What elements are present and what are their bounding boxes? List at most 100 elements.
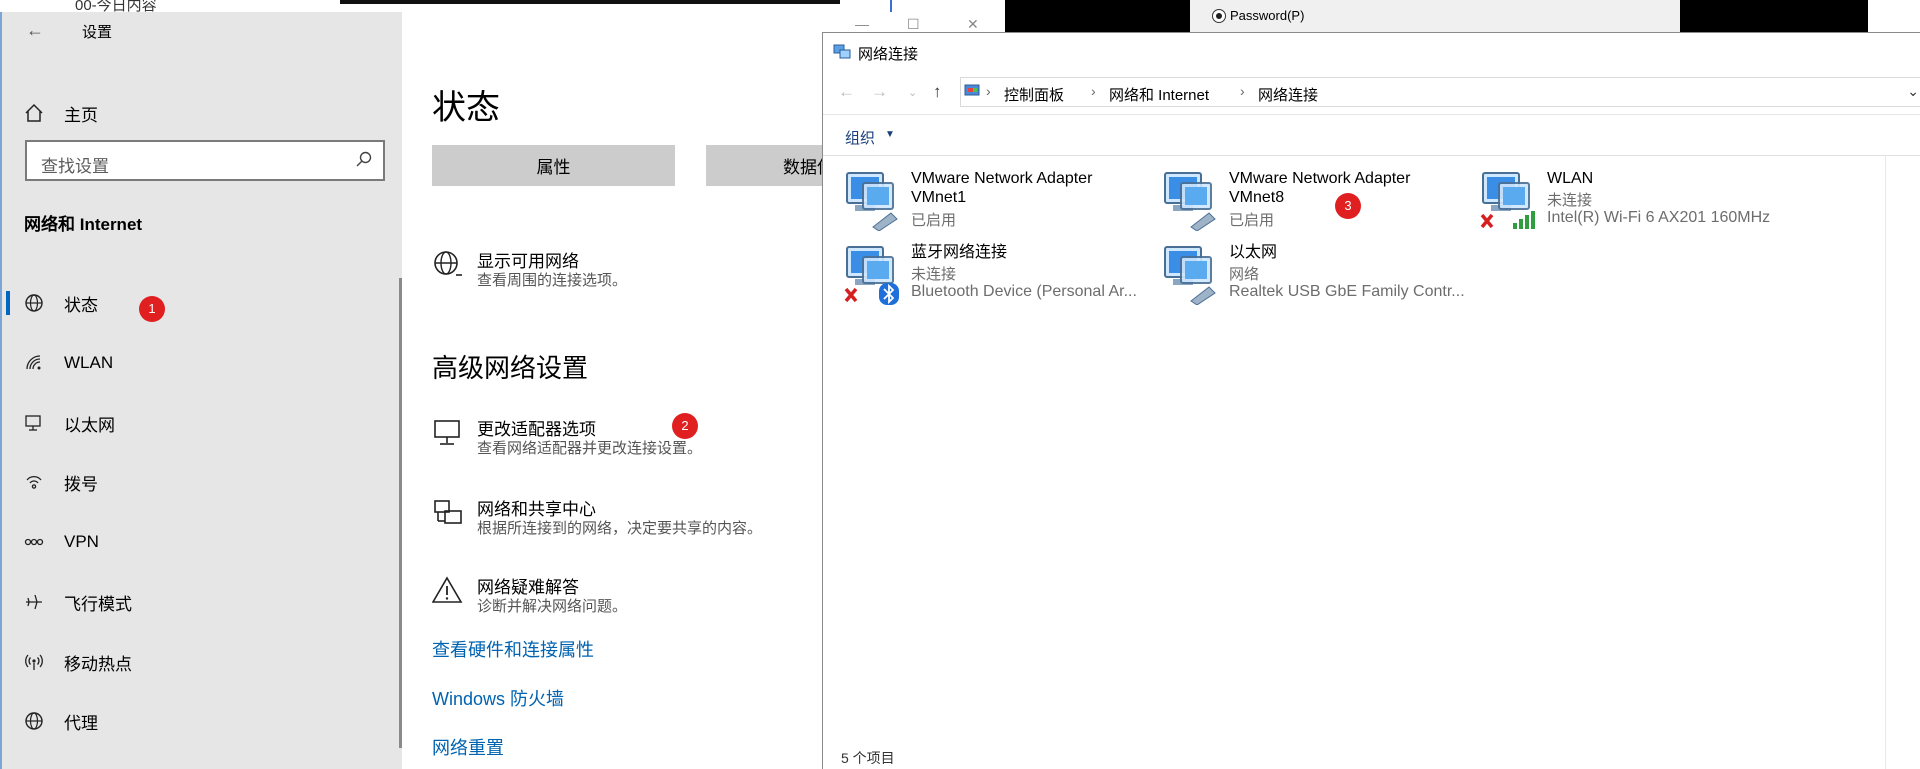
adapter-name: VMware Network Adapter [1229, 170, 1411, 187]
adapter-vmnet8[interactable]: VMware Network Adapter VMnet8 已启用 [1161, 169, 1471, 239]
network-connections-icon [833, 44, 851, 59]
address-dropdown-icon[interactable]: ⌄ [1907, 83, 1919, 100]
content-edge [1885, 156, 1886, 769]
explorer-title-bar: 网络连接 [823, 33, 1920, 69]
back-arrow-icon[interactable]: ← [24, 20, 46, 41]
bluetooth-adapter-icon [844, 246, 899, 305]
wifi-icon [22, 353, 46, 373]
maximize-button[interactable]: ☐ [907, 16, 920, 33]
organize-dropdown-icon[interactable]: ▼ [885, 129, 895, 140]
adapter-options-desc: 查看网络适配器并更改连接设置。 [477, 440, 703, 457]
sidebar-item-wlan[interactable]: WLAN [2, 341, 400, 385]
sidebar-section-title: 网络和 Internet [24, 215, 143, 234]
properties-button[interactable]: 属性 [432, 145, 675, 186]
page-title: 状态 [432, 89, 500, 127]
sidebar-item-label: 飞行模式 [64, 594, 132, 614]
network-adapter-icon [846, 172, 898, 231]
hardware-properties-link[interactable]: 查看硬件和连接属性 [432, 636, 594, 662]
window-title: 网络连接 [858, 46, 919, 63]
control-panel-icon [964, 84, 980, 96]
breadcrumb-network-internet[interactable]: 网络和 Internet [1109, 84, 1209, 105]
sidebar-item-home[interactable]: 主页 [2, 91, 400, 135]
minimize-button[interactable]: — [855, 16, 869, 32]
sidebar-item-label: 移动热点 [64, 654, 132, 674]
show-networks-desc: 查看周围的连接选项。 [477, 272, 628, 289]
adapter-device: Realtek USB GbE Family Contr... [1229, 283, 1465, 300]
sharing-center-icon [434, 500, 462, 524]
breadcrumb-separator-icon: › [1240, 83, 1245, 99]
adapter-wlan[interactable]: WLAN 未连接 Intel(R) Wi-Fi 6 AX201 160MHz [1479, 169, 1789, 239]
sidebar-item-ethernet[interactable]: 以太网 [2, 401, 400, 445]
sidebar-item-label: 拨号 [64, 474, 98, 494]
sidebar-item-dialup[interactable]: 拨号 [2, 460, 400, 504]
hotspot-icon [22, 652, 46, 672]
address-bar[interactable]: › 控制面板 › 网络和 Internet › 网络连接 ⌄ [960, 77, 1920, 107]
address-bar-row: ← → ⌄ ↑ › 控制面板 › 网络和 Internet › 网络连接 ⌄ [823, 69, 1920, 115]
background-window-bar [340, 0, 840, 4]
ethernet-adapter-icon [1164, 246, 1216, 305]
sidebar-item-airplane[interactable]: 飞行模式 [2, 580, 400, 624]
breadcrumb-control-panel[interactable]: 控制面板 [1004, 84, 1064, 105]
adapter-device: Intel(R) Wi-Fi 6 AX201 160MHz [1547, 209, 1771, 226]
firewall-link[interactable]: Windows 防火墙 [432, 685, 564, 711]
settings-title-bar: ← 设置 [2, 12, 402, 48]
adapter-name: 以太网 [1229, 244, 1278, 261]
sidebar-item-vpn[interactable]: VPN [2, 520, 400, 564]
adapter-name: WLAN [1547, 170, 1594, 187]
back-arrow-icon[interactable]: ← [838, 82, 855, 102]
sidebar-item-proxy[interactable]: 代理 [2, 699, 400, 743]
organize-button[interactable]: 组织 [845, 127, 875, 148]
breadcrumb-separator-icon: › [986, 83, 991, 99]
divider [823, 155, 1920, 156]
wlan-adapter-icon [1480, 172, 1535, 229]
globe-icon [22, 293, 46, 313]
breadcrumb-network-connections[interactable]: 网络连接 [1258, 84, 1318, 105]
recent-chevron-icon[interactable]: ⌄ [908, 86, 917, 99]
adapter-status: 网络 [1229, 266, 1260, 283]
sidebar-item-label: 状态 [64, 295, 98, 315]
sidebar-item-label: 以太网 [64, 415, 115, 435]
adapter-device: Bluetooth Device (Personal Ar... [911, 283, 1137, 300]
background-window-fragment: 00-今日内容 [0, 0, 1005, 14]
adapter-name-line2: VMnet8 [1229, 189, 1285, 206]
settings-sidebar: ← 设置 主页 查找设置 网络和 Internet 状态 WLAN 以太网 拨号… [2, 12, 402, 769]
adapter-name: VMware Network Adapter [911, 170, 1093, 187]
background-dialog-fragment: Password(P) [1190, 0, 1680, 32]
background-window-fragment-right [1868, 0, 1920, 32]
command-bar: 组织 ▼ [823, 115, 1920, 156]
adapter-name: 蓝牙网络连接 [911, 244, 1008, 261]
close-button[interactable]: ✕ [967, 16, 979, 33]
adapter-name-line2: VMnet1 [911, 189, 967, 206]
adapter-status: 未连接 [911, 266, 957, 283]
password-radio-label: Password(P) [1230, 8, 1305, 23]
adapter-vmnet1[interactable]: VMware Network Adapter VMnet1 已启用 [843, 169, 1153, 239]
airplane-icon [22, 592, 46, 612]
sidebar-item-status[interactable]: 状态 [2, 281, 400, 325]
search-placeholder: 查找设置 [41, 157, 109, 176]
annotation-badge: 2 [672, 413, 698, 439]
adapter-status: 已启用 [1229, 212, 1275, 229]
sidebar-item-label: WLAN [64, 353, 114, 372]
proxy-icon [22, 711, 46, 731]
sidebar-item-hotspot[interactable]: 移动热点 [2, 640, 400, 684]
network-reset-link[interactable]: 网络重置 [432, 734, 504, 760]
forward-arrow-icon[interactable]: → [871, 82, 888, 102]
adapter-status: 未连接 [1547, 192, 1593, 209]
window-controls: — ☐ ✕ [845, 12, 1005, 32]
adapter-ethernet[interactable]: 以太网 网络 Realtek USB GbE Family Contr... [1161, 243, 1471, 313]
dialup-icon [22, 472, 46, 492]
password-radio[interactable] [1212, 9, 1226, 23]
section-title: 高级网络设置 [432, 353, 589, 383]
annotation-badge: 1 [139, 296, 165, 322]
monitor-icon [434, 420, 460, 445]
search-input[interactable]: 查找设置 [25, 140, 385, 181]
breadcrumb-separator-icon: › [1091, 83, 1096, 99]
network-connections-window: 网络连接 ← → ⌄ ↑ › 控制面板 › 网络和 Internet › 网络连… [822, 32, 1920, 769]
network-adapter-icon [1164, 172, 1216, 231]
ethernet-icon [22, 413, 46, 433]
annotation-badge: 3 [1335, 193, 1361, 219]
sidebar-item-label: VPN [64, 532, 99, 551]
adapter-bluetooth[interactable]: 蓝牙网络连接 未连接 Bluetooth Device (Personal Ar… [843, 243, 1153, 313]
vpn-icon [22, 532, 46, 552]
up-arrow-icon[interactable]: ↑ [933, 82, 942, 102]
